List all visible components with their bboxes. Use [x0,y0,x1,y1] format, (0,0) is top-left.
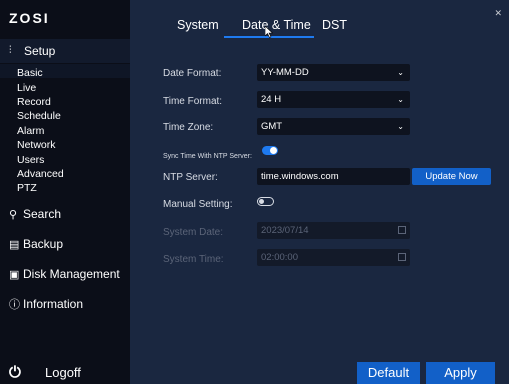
apply-button[interactable]: Apply [426,362,495,384]
system-time-value: 02:00:00 [261,252,298,263]
sidebar-item-information[interactable]: ⓘ Information [9,296,83,312]
date-format-select[interactable]: YY-MM-DD ⌄ [257,64,410,81]
calendar-icon [398,226,406,234]
submenu-alarm[interactable]: Alarm [17,125,44,137]
power-icon: ⏻ [9,364,21,381]
logoff-button[interactable]: ⏻ Logoff [9,364,81,381]
sidebar-item-label: Search [23,207,62,221]
sync-ntp-toggle[interactable] [262,146,278,155]
ntp-server-value: time.windows.com [261,171,339,182]
manual-setting-toggle[interactable] [257,197,274,206]
submenu-network[interactable]: Network [17,139,56,151]
update-now-button[interactable]: Update Now [412,168,491,185]
submenu-record[interactable]: Record [17,96,51,108]
submenu-schedule[interactable]: Schedule [17,110,61,122]
sidebar-item-label: Information [23,297,84,311]
sidebar-item-setup[interactable]: ⫶ Setup [0,39,130,63]
time-format-value: 24 H [261,94,282,105]
date-format-label: Date Format: [163,68,222,79]
toggle-knob [270,147,277,154]
time-zone-select[interactable]: GMT ⌄ [257,118,410,135]
sidebar-item-backup[interactable]: ▤ Backup [9,237,63,251]
disk-icon: ▣ [9,269,20,281]
system-date-input: 2023/07/14 [257,222,410,239]
info-icon: ⓘ [9,299,20,311]
backup-icon: ▤ [9,239,20,251]
logoff-label: Logoff [45,365,81,380]
brand-logo: ZOSI [9,10,50,26]
sidebar-item-label: Disk Management [23,267,120,281]
tab-dst[interactable]: DST [322,18,347,32]
sidebar-item-label: Setup [24,44,56,58]
system-time-input: 02:00:00 [257,249,410,266]
submenu-ptz[interactable]: PTZ [17,182,37,194]
chevron-down-icon: ⌄ [397,68,404,77]
settings-panel [130,0,509,384]
chevron-down-icon: ⌄ [397,122,404,131]
sliders-icon: ⫶ [9,45,12,56]
sidebar: ZOSI ⫶ Setup Basic Live Record Schedule … [0,0,130,384]
mouse-cursor-icon [265,26,273,38]
manual-setting-label: Manual Setting: [163,199,233,210]
chevron-down-icon: ⌄ [397,95,404,104]
time-zone-label: Time Zone: [163,122,214,133]
toggle-knob [259,199,264,204]
sidebar-item-search[interactable]: ⚲ Search [9,207,61,221]
search-icon: ⚲ [9,209,18,221]
submenu-advanced[interactable]: Advanced [17,168,64,180]
sidebar-item-disk-management[interactable]: ▣ Disk Management [9,267,120,281]
submenu-basic[interactable]: Basic [17,67,43,79]
system-date-value: 2023/07/14 [261,225,309,236]
ntp-server-label: NTP Server: [163,172,218,183]
clock-icon [398,253,406,261]
default-button[interactable]: Default [357,362,420,384]
sync-ntp-label: Sync Time With NTP Server: [163,153,252,160]
sidebar-item-label: Backup [23,237,64,251]
date-format-value: YY-MM-DD [261,67,309,78]
system-date-label: System Date: [163,227,224,238]
time-zone-value: GMT [261,121,283,132]
time-format-label: Time Format: [163,96,223,107]
submenu-live[interactable]: Live [17,82,36,94]
close-icon[interactable]: ✕ [494,8,502,19]
time-format-select[interactable]: 24 H ⌄ [257,91,410,108]
ntp-server-input[interactable]: time.windows.com [257,168,410,185]
system-time-label: System Time: [163,254,224,265]
tab-date-time[interactable]: Date & Time [242,18,311,32]
tab-system[interactable]: System [177,18,219,32]
submenu-users[interactable]: Users [17,154,44,166]
